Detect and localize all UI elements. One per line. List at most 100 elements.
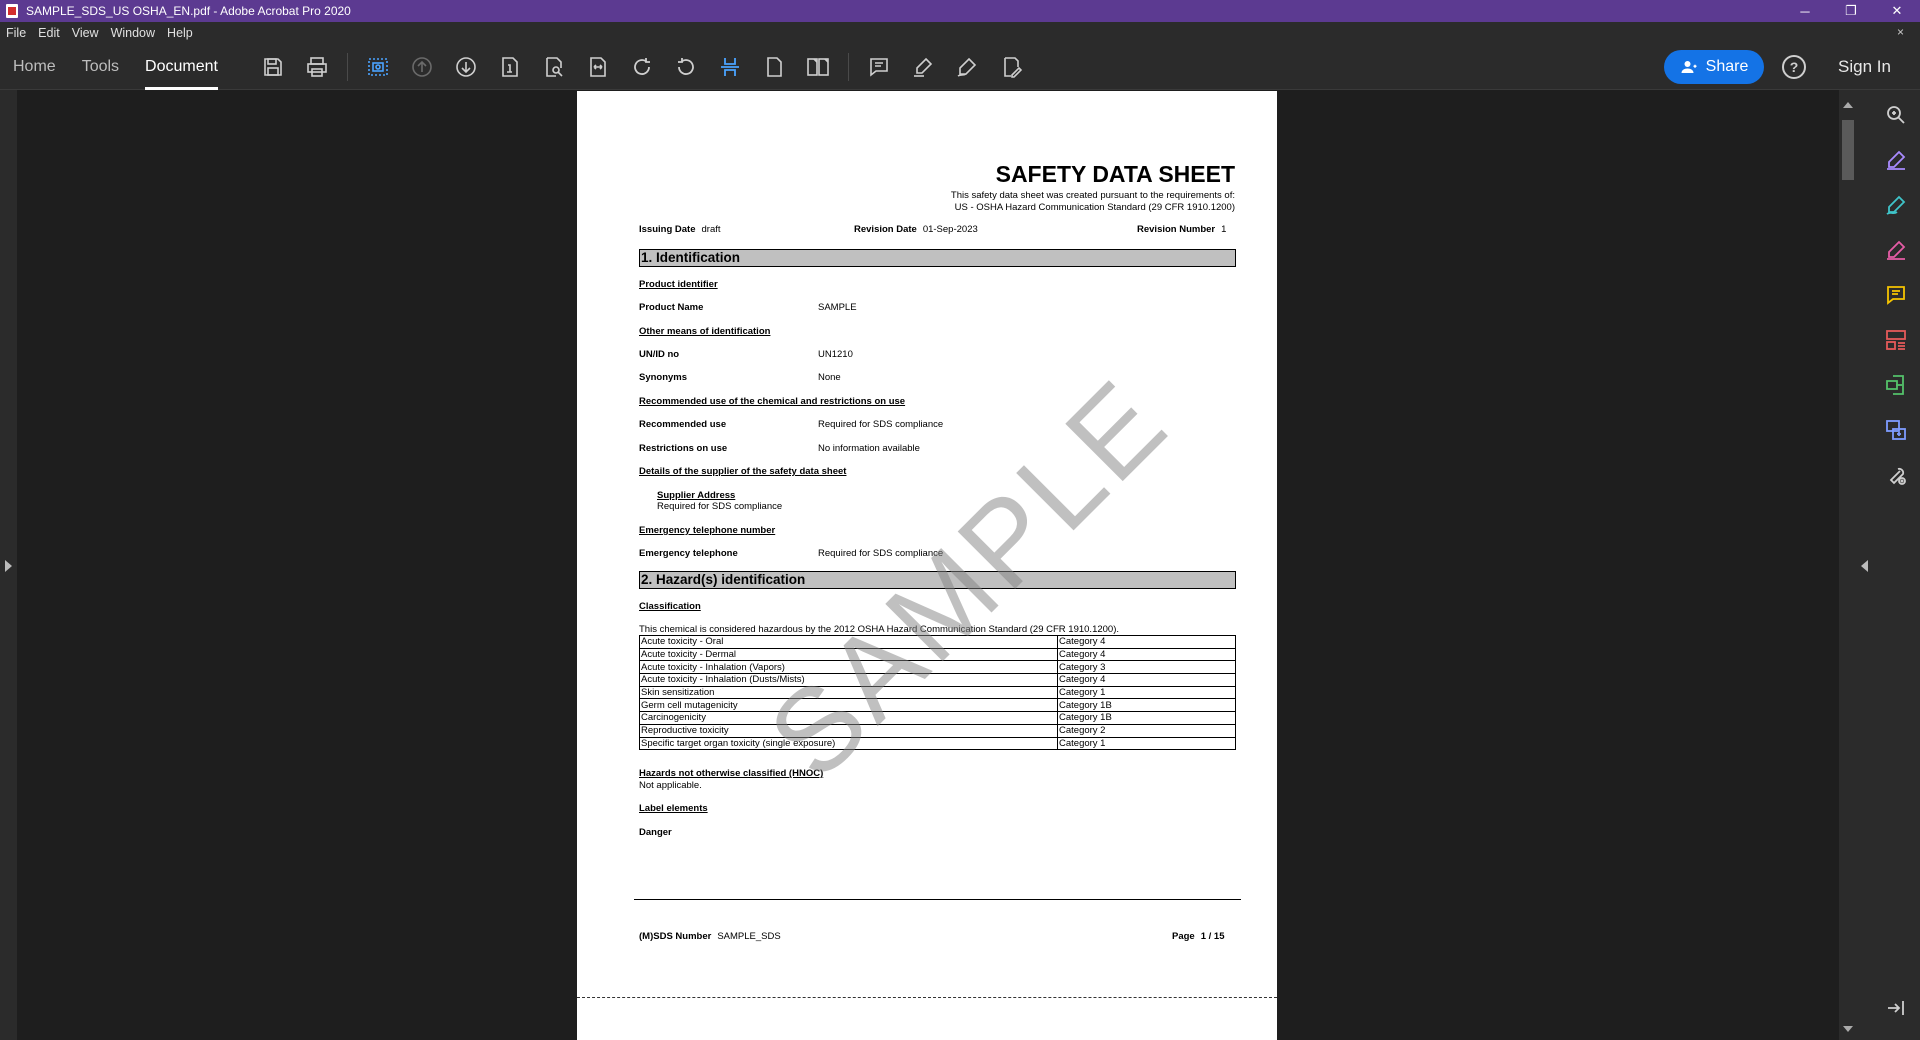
menu-file[interactable]: File (0, 26, 32, 40)
previous-page-button[interactable] (400, 49, 444, 85)
expand-left-icon (5, 560, 12, 572)
fill-sign-icon (1886, 195, 1906, 215)
table-row: Reproductive toxicity Category 2 (639, 723, 1236, 738)
close-button[interactable]: ✕ (1874, 0, 1920, 22)
document-title: SAFETY DATA SHEET (995, 161, 1235, 187)
acrobat-app-icon (6, 4, 18, 18)
scrollbar-thumb[interactable] (1842, 120, 1854, 180)
rotate-counterclockwise-button[interactable] (664, 49, 708, 85)
left-panel-toggle[interactable] (0, 90, 17, 1040)
find-button[interactable] (532, 49, 576, 85)
window-title: SAMPLE_SDS_US OSHA_EN.pdf - Adobe Acroba… (26, 4, 351, 18)
sign-in-link[interactable]: Sign In (1838, 57, 1891, 77)
other-means-heading: Other means of identification (639, 326, 771, 337)
emergency-label: Emergency telephone (639, 548, 738, 559)
share-label: Share (1705, 58, 1749, 75)
pen-draw-icon (957, 57, 977, 77)
revision-date: Revision Date 01-Sep-2023 (854, 224, 978, 235)
close-document-button[interactable]: × (1891, 25, 1910, 39)
footer-page-value: 1 / 15 (1200, 931, 1225, 942)
issuing-date-value: draft (701, 224, 721, 235)
signature-icon (1887, 240, 1906, 260)
rotate-counterclockwise-icon (677, 57, 694, 75)
single-page-button[interactable] (752, 49, 796, 85)
edit-pdf-tool-button[interactable] (1882, 146, 1910, 174)
restore-button[interactable]: ❐ (1828, 0, 1874, 22)
fill-sign-tool-button[interactable] (1882, 191, 1910, 219)
menu-edit[interactable]: Edit (32, 26, 66, 40)
tab-home[interactable]: Home (0, 44, 69, 90)
revision-number: Revision Number 1 (1137, 224, 1226, 235)
help-button[interactable]: ? (1782, 55, 1806, 79)
wrench-add-icon (1889, 467, 1906, 485)
menu-view[interactable]: View (66, 26, 105, 40)
hazard-category: Category 1 (1057, 736, 1236, 751)
menu-window[interactable]: Window (105, 26, 161, 40)
hazard-category: Category 1B (1057, 698, 1236, 713)
issuing-date-label: Issuing Date (639, 224, 696, 235)
revision-number-value: 1 (1221, 224, 1227, 235)
footer-sds-label: (M)SDS Number (639, 931, 712, 942)
organize-pages-icon (1886, 330, 1906, 350)
comment-button[interactable] (857, 49, 901, 85)
menu-bar: File Edit View Window Help × (0, 22, 1920, 44)
hnoc-value: Not applicable. (639, 780, 702, 791)
rotate-clockwise-icon (634, 57, 650, 75)
organize-pages-tool-button[interactable] (1882, 326, 1910, 354)
export-pdf-tool-button[interactable] (1882, 371, 1910, 399)
main-toolbar: Home Tools Document Share ? Sign In (0, 44, 1920, 90)
tool-group (251, 49, 1033, 85)
subtitle-line2: US - OSHA Hazard Communication Standard … (954, 202, 1235, 213)
hazard-category: Category 1 (1057, 685, 1236, 700)
more-tools-button[interactable] (1882, 461, 1910, 489)
zoom-tool-button[interactable] (1882, 101, 1910, 129)
print-button[interactable] (295, 49, 339, 85)
page-number-icon (502, 56, 518, 77)
comment-icon (870, 57, 888, 77)
tab-document[interactable]: Document (132, 44, 231, 90)
highlight-button[interactable] (901, 49, 945, 85)
fit-page-button[interactable] (576, 49, 620, 85)
zoom-search-icon (1887, 106, 1905, 124)
emergency-heading: Emergency telephone number (639, 525, 776, 536)
scroll-up-icon[interactable] (1843, 102, 1853, 108)
collapse-right-icon (1861, 560, 1868, 572)
minimize-button[interactable]: ─ (1782, 0, 1828, 22)
request-signature-tool-button[interactable] (1882, 236, 1910, 264)
right-tools-pane (1872, 90, 1920, 1040)
draw-button[interactable] (945, 49, 989, 85)
camera-icon (368, 57, 388, 76)
revision-number-label: Revision Number (1137, 224, 1216, 235)
table-row: Specific target organ toxicity (single e… (639, 736, 1236, 751)
snapshot-button[interactable] (356, 49, 400, 85)
user-add-icon (1681, 61, 1697, 73)
two-page-button[interactable] (796, 49, 840, 85)
create-pdf-tool-button[interactable] (1882, 416, 1910, 444)
document-search-icon (546, 56, 563, 77)
recommended-use-value: Required for SDS compliance (818, 419, 944, 430)
hazard-category: Category 3 (1057, 660, 1236, 675)
right-panel-toggle[interactable] (1858, 90, 1872, 1040)
vertical-scrollbar[interactable] (1839, 90, 1858, 1040)
synonyms-value: None (818, 372, 841, 383)
collapse-tools-pane-button[interactable] (1882, 994, 1910, 1022)
page-number-button[interactable] (488, 49, 532, 85)
restrictions-label: Restrictions on use (639, 443, 728, 454)
scrolling-mode-button[interactable] (708, 49, 752, 85)
toolbar-divider (847, 52, 849, 81)
fill-sign-button[interactable] (989, 49, 1033, 85)
classification-heading: Classification (639, 601, 701, 612)
share-button[interactable]: Share (1664, 50, 1764, 84)
rotate-clockwise-button[interactable] (620, 49, 664, 85)
menu-help[interactable]: Help (161, 26, 199, 40)
tab-tools[interactable]: Tools (69, 44, 132, 90)
scroll-down-icon[interactable] (1843, 1026, 1853, 1032)
save-button[interactable] (251, 49, 295, 85)
unid-label: UN/ID no (639, 349, 680, 360)
title-bar: SAMPLE_SDS_US OSHA_EN.pdf - Adobe Acroba… (0, 0, 1920, 22)
product-name-label: Product Name (639, 302, 704, 313)
supplier-heading: Details of the supplier of the safety da… (639, 466, 847, 477)
next-page-button[interactable] (444, 49, 488, 85)
recommended-use-heading: Recommended use of the chemical and rest… (639, 396, 906, 407)
comment-tool-button[interactable] (1882, 281, 1910, 309)
